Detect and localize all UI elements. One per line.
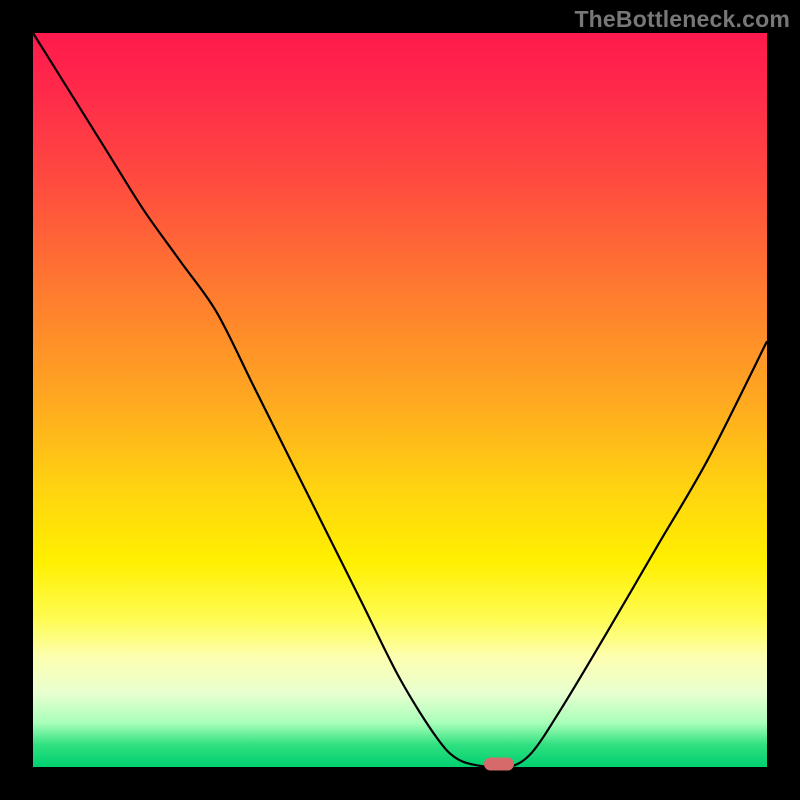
plot-area bbox=[33, 33, 767, 767]
bottleneck-curve bbox=[33, 33, 767, 767]
curve-path bbox=[33, 33, 767, 768]
optimal-marker bbox=[484, 758, 514, 771]
watermark-text: TheBottleneck.com bbox=[574, 6, 790, 33]
chart-frame: TheBottleneck.com bbox=[0, 0, 800, 800]
